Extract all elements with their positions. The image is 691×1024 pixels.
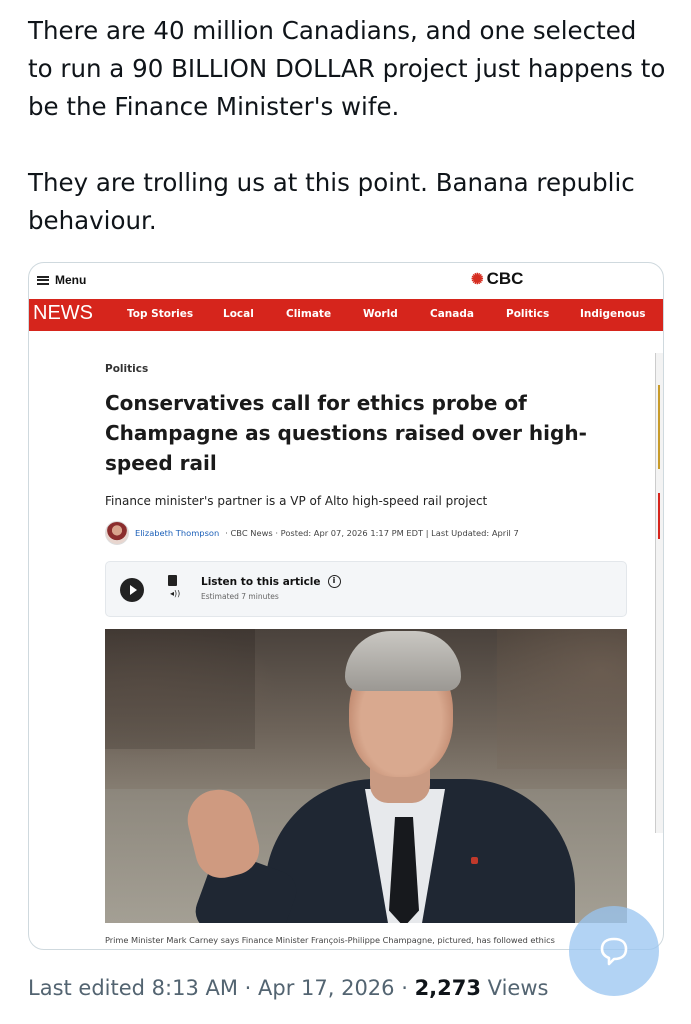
- article-photo: [105, 629, 627, 923]
- listen-to-article-panel: ◂)) Listen to this article i Estimated 7…: [105, 561, 627, 617]
- article-category[interactable]: Politics: [105, 363, 627, 375]
- compose-reply-icon: [600, 937, 628, 966]
- cbc-logo-text: CBC: [486, 269, 524, 288]
- author-link[interactable]: Elizabeth Thompson: [135, 528, 219, 538]
- nav-item-indigenous[interactable]: Indigenous: [580, 308, 646, 320]
- nav-item-canada[interactable]: Canada: [430, 308, 474, 320]
- article-byline: Elizabeth Thompson · CBC News · Posted: …: [105, 521, 519, 545]
- cbc-gem-icon: ✺: [471, 271, 484, 288]
- listen-title-label: Listen to this article: [201, 575, 321, 588]
- nav-item-local[interactable]: Local: [223, 308, 254, 320]
- menu-label: Menu: [55, 273, 87, 287]
- info-icon[interactable]: i: [327, 575, 341, 588]
- embedded-screenshot-card[interactable]: Menu ✺ CBC NEWS Top Stories Local Climat…: [28, 262, 664, 950]
- views-label: Views: [481, 976, 549, 1000]
- scrollbar-marker-red: [658, 493, 660, 539]
- views-count: 2,273: [414, 976, 481, 1000]
- photo-caption: Prime Minister Mark Carney says Finance …: [105, 935, 555, 945]
- article-headline: Conservatives call for ethics probe of C…: [105, 391, 587, 475]
- author-avatar: [105, 521, 129, 545]
- tweet-metadata: Last edited 8:13 AM · Apr 17, 2026 · 2,2…: [28, 976, 548, 1000]
- article-deck: Finance minister's partner is a VP of Al…: [105, 494, 488, 508]
- scrollbar-marker-gold: [658, 385, 660, 469]
- nav-item-top-stories[interactable]: Top Stories: [127, 308, 193, 320]
- article-header: Politics Conservatives call for ethics p…: [105, 363, 627, 508]
- compose-reply-button[interactable]: [569, 906, 659, 996]
- play-icon[interactable]: [120, 578, 144, 602]
- listen-title[interactable]: Listen to this article i: [201, 575, 341, 588]
- nav-item-climate[interactable]: Climate: [286, 308, 331, 320]
- cbc-logo[interactable]: ✺ CBC: [471, 269, 523, 289]
- page-scrollbar[interactable]: [655, 353, 663, 833]
- nav-item-world[interactable]: World: [363, 308, 398, 320]
- nav-item-politics[interactable]: Politics: [506, 308, 549, 320]
- cbc-header: Menu ✺ CBC: [29, 263, 663, 299]
- tweet-text: There are 40 million Canadians, and one …: [28, 12, 668, 240]
- byline-details: · CBC News · Posted: Apr 07, 2026 1:17 P…: [225, 528, 519, 538]
- hamburger-icon: [37, 275, 49, 285]
- tweet-paragraph-1: There are 40 million Canadians, and one …: [28, 16, 666, 121]
- listen-duration: Estimated 7 minutes: [201, 592, 279, 601]
- menu-button[interactable]: Menu: [37, 273, 86, 287]
- last-edited[interactable]: Last edited 8:13 AM · Apr 17, 2026 ·: [28, 976, 415, 1000]
- tweet-paragraph-2: They are trolling us at this point. Bana…: [28, 168, 635, 235]
- audio-article-icon: ◂)): [168, 575, 186, 599]
- news-navbar: NEWS Top Stories Local Climate World Can…: [29, 299, 663, 331]
- nav-news-section[interactable]: NEWS: [33, 302, 93, 325]
